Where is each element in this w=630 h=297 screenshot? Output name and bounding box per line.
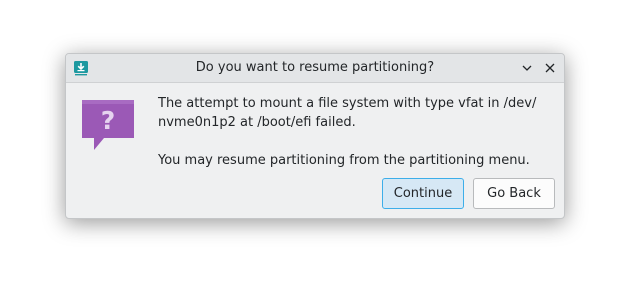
- chevron-down-icon[interactable]: [519, 60, 535, 76]
- window-title: Do you want to resume partitioning?: [195, 60, 435, 75]
- svg-text:?: ?: [101, 106, 116, 135]
- question-icon: ?: [80, 98, 136, 154]
- message-error-text: The attempt to mount a file system with …: [158, 96, 537, 130]
- go-back-button[interactable]: Go Back: [473, 178, 555, 209]
- dialog-message: The attempt to mount a file system with …: [158, 94, 553, 170]
- message-hint-text: You may resume partitioning from the par…: [158, 153, 530, 168]
- continue-button[interactable]: Continue: [382, 178, 464, 209]
- resume-partitioning-dialog: Do you want to resume partitioning? ? Th…: [65, 53, 565, 219]
- title-bar[interactable]: Do you want to resume partitioning?: [66, 54, 564, 83]
- close-icon[interactable]: [542, 60, 558, 76]
